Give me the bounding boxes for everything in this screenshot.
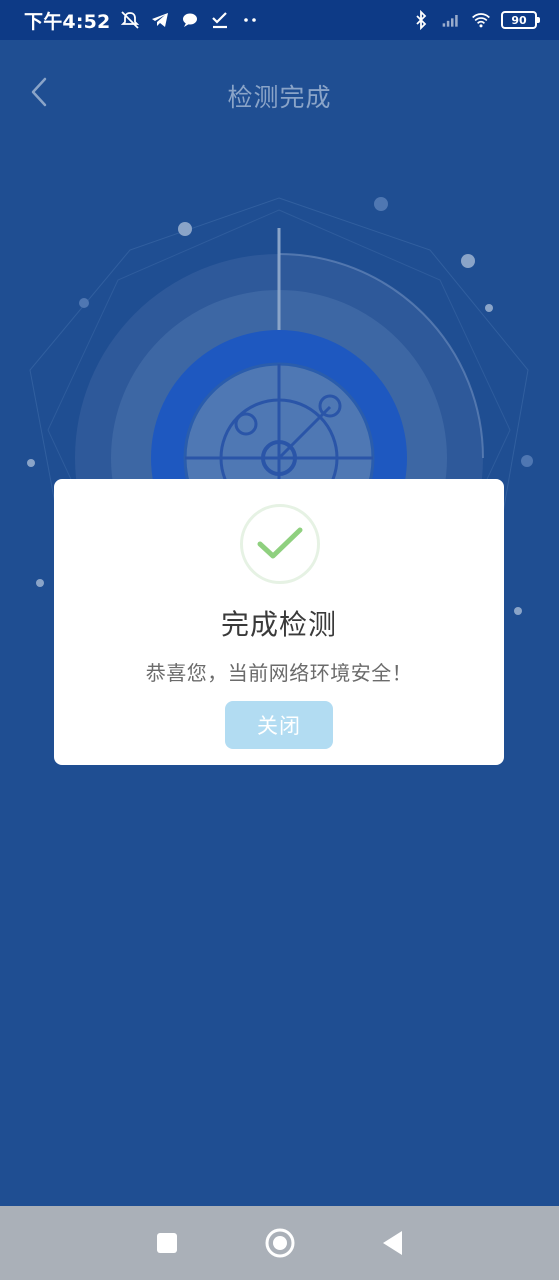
back-icon (382, 1231, 402, 1255)
bluetooth-icon (411, 10, 431, 30)
system-back-button[interactable] (371, 1221, 415, 1265)
status-right: 90 (411, 10, 540, 30)
dialog-title: 完成检测 (220, 608, 337, 641)
recent-apps-button[interactable] (145, 1221, 189, 1265)
home-button[interactable] (258, 1221, 302, 1265)
alarm-off-icon (120, 10, 140, 30)
battery-icon: 90 (501, 11, 540, 29)
check-icon (257, 527, 303, 559)
navigation-bar (0, 1206, 559, 1280)
more-dots-icon (240, 10, 260, 30)
status-time: 下午4:52 (24, 10, 111, 33)
telegram-icon (150, 10, 170, 30)
close-button[interactable]: 关闭 (225, 701, 333, 749)
check-icon (210, 10, 230, 30)
home-icon (265, 1228, 294, 1258)
success-badge (240, 504, 320, 584)
status-left: 下午4:52 (24, 7, 260, 34)
recent-apps-icon (156, 1233, 177, 1253)
wifi-icon (471, 10, 491, 30)
dialog-message: 恭喜您，当前网络环境安全！ (145, 661, 413, 685)
status-bar: 下午4:52 90 (0, 0, 559, 40)
chat-icon (180, 10, 200, 30)
result-dialog: 完成检测 恭喜您，当前网络环境安全！ 关闭 (54, 479, 504, 765)
signal-icon (441, 10, 461, 30)
